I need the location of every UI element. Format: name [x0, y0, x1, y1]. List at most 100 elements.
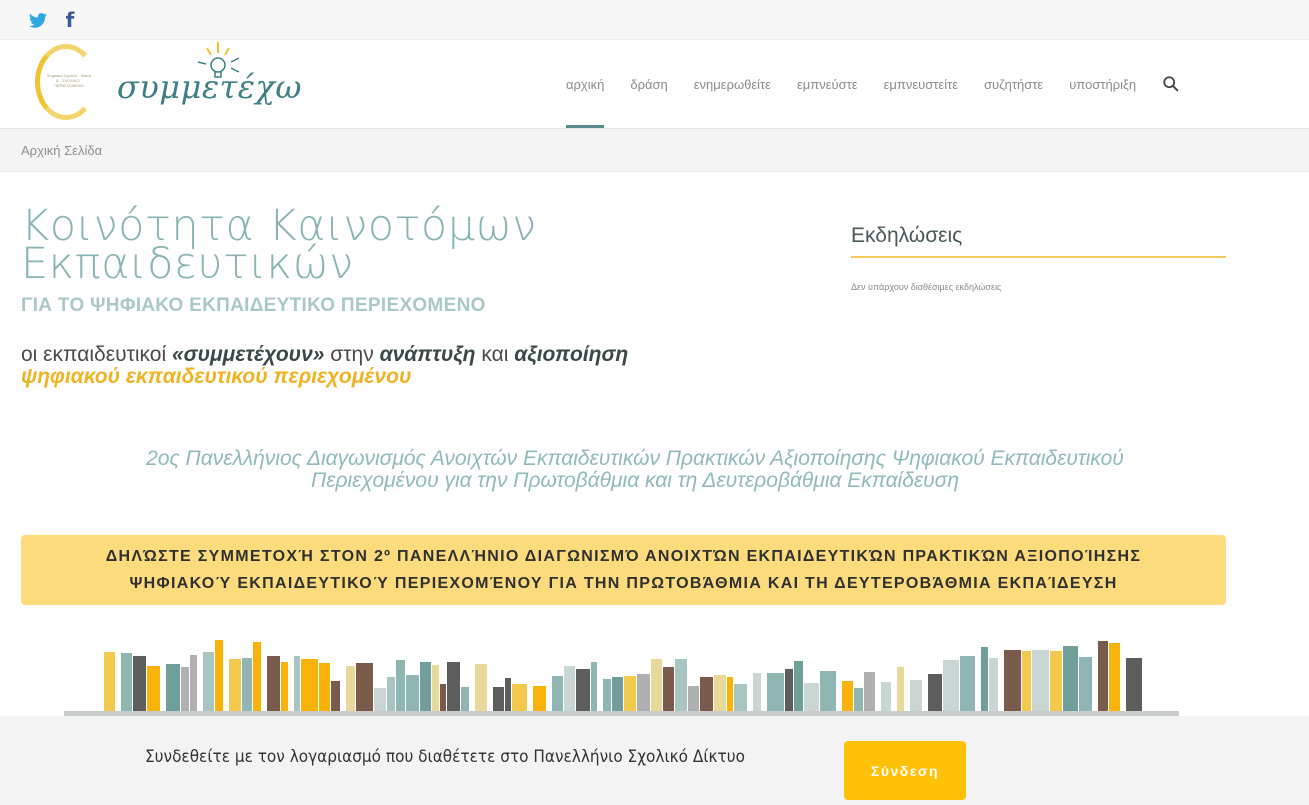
book-spine: [603, 679, 611, 713]
book-spine: [133, 656, 146, 713]
book-spine: [215, 640, 223, 713]
book-spine: [267, 656, 280, 713]
nav-item-action[interactable]: δράση: [630, 40, 667, 128]
book-spine: [1004, 650, 1021, 713]
book-spine: [533, 686, 546, 713]
book-spine: [714, 675, 726, 713]
book-spine: [319, 663, 330, 713]
book-spine: [461, 687, 469, 713]
book-spine: [637, 674, 650, 713]
tagline: οι εκπαιδευτικοί «συμμετέχουν» στην ανάπ…: [21, 344, 628, 388]
book-spine: [1126, 658, 1142, 713]
book-spine: [897, 667, 904, 713]
events-widget: Εκδηλώσεις Δεν υπάρχουν διαθέσιμες εκδηλ…: [851, 224, 1226, 292]
tagline-part3: και: [475, 343, 515, 366]
book-spine: [104, 652, 115, 713]
nav-item-news[interactable]: ενημερωθείτε: [694, 40, 771, 128]
nav-item-inspire[interactable]: εμπνεύστε: [797, 40, 858, 128]
book-spine: [564, 666, 575, 713]
book-spine: [346, 666, 355, 713]
book-spine: [734, 684, 747, 713]
book-spine: [688, 686, 699, 713]
search-icon[interactable]: [1162, 75, 1180, 93]
banner-line2: ΨΗΦΙΑΚΟΎ ΕΚΠΑΙΔΕΥΤΙΚΟΎ ΠΕΡΙΕΧΟΜΈΝΟΥ ΓΙΑ …: [129, 575, 1118, 592]
book-spine: [624, 676, 636, 713]
tagline-bold1: «συμμετέχουν»: [171, 343, 325, 366]
participation-banner[interactable]: ΔΗΛΏΣΤΕ ΣΥΜΜΕΤΟΧΉ ΣΤΟΝ 2º ΠΑΝΕΛΛΉΝΙΟ ΔΙΑ…: [21, 535, 1226, 605]
book-spine: [804, 683, 819, 713]
book-spine: [406, 675, 419, 713]
tagline-bold2: ανάπτυξη: [379, 343, 476, 366]
book-spine: [767, 673, 784, 713]
book-spine: [854, 688, 863, 713]
nav-item-get-inspired[interactable]: εμπνευστείτε: [884, 40, 958, 128]
book-spine: [420, 662, 431, 713]
tagline-part1: οι εκπαιδευτικοί: [21, 343, 172, 366]
book-spine: [387, 677, 395, 713]
books-illustration: [104, 640, 1142, 713]
book-spine: [396, 660, 405, 713]
book-spine: [1022, 651, 1031, 713]
tagline-part2: στην: [324, 343, 380, 366]
tagline-bold3: αξιοποίηση: [514, 343, 629, 366]
main-nav: αρχική δράση ενημερωθείτε εμπνεύστε εμπν…: [566, 40, 1180, 128]
page-title-line2: Εκπαιδευτικών: [21, 239, 354, 289]
book-spine: [700, 677, 713, 713]
book-spine: [981, 647, 988, 713]
book-spine: [512, 684, 527, 713]
book-spine: [881, 682, 891, 713]
book-spine: [928, 674, 942, 713]
site-logo[interactable]: Ψηφιακό Σχολείο · Φάση Α · ΣΧΟΛΙΚΟ · ΠΕΡ…: [35, 40, 301, 128]
book-spine: [552, 676, 563, 713]
nav-item-discuss[interactable]: συζητήστε: [984, 40, 1043, 128]
banner-line1: ΔΗΛΏΣΤΕ ΣΥΜΜΕΤΟΧΉ ΣΤΟΝ 2º ΠΑΝΕΛΛΉΝΙΟ ΔΙΑ…: [105, 548, 1142, 565]
book-spine: [432, 665, 439, 713]
page-subtitle: ΓΙΑ ΤΟ ΨΗΦΙΑΚΟ ΕΚΠΑΙΔΕΥΤΙΚΟ ΠΕΡΙΕΧΟΜΕΝΟ: [21, 295, 486, 316]
book-spine: [447, 662, 460, 713]
site-header: Ψηφιακό Σχολείο · Φάση Α · ΣΧΟΛΙΚΟ · ΠΕΡ…: [0, 40, 1309, 129]
book-spine: [505, 678, 511, 713]
book-spine: [675, 659, 687, 713]
book-spine: [190, 655, 197, 713]
book-spine: [591, 662, 597, 713]
book-spine: [203, 652, 214, 713]
contest-heading: 2ος Πανελλήνιος Διαγωνισμός Ανοιχτών Εκπ…: [40, 448, 1230, 492]
book-spine: [147, 666, 160, 713]
book-spine: [181, 667, 189, 713]
book-spine: [785, 669, 793, 713]
book-spine: [753, 673, 761, 713]
book-spine: [440, 684, 446, 713]
login-button[interactable]: Σύνδεση: [844, 741, 966, 800]
facebook-icon[interactable]: f: [60, 8, 80, 32]
book-spine: [281, 662, 288, 713]
book-spine: [864, 672, 875, 713]
book-spine: [727, 677, 733, 713]
book-spine: [253, 642, 261, 713]
breadcrumb-bar: Αρχική Σελίδα: [0, 129, 1309, 172]
lightbulb-icon: [197, 42, 240, 78]
book-spine: [166, 664, 180, 713]
breadcrumb-home[interactable]: Αρχική Σελίδα: [21, 143, 102, 158]
book-spine: [989, 658, 998, 713]
book-spine: [475, 664, 487, 713]
book-spine: [842, 681, 853, 713]
events-empty-text: Δεν υπάρχουν διαθέσιμες εκδηλώσεις: [851, 282, 1002, 292]
book-spine: [820, 671, 836, 713]
login-prompt: Συνδεθείτε με τον λογαριασμό που διαθέτε…: [145, 747, 745, 767]
book-spine: [794, 661, 803, 713]
book-spine: [1032, 650, 1049, 713]
book-spine: [1109, 643, 1120, 713]
book-spine: [1098, 641, 1108, 713]
book-spine: [1063, 646, 1078, 713]
book-spine: [612, 677, 623, 713]
nav-item-support[interactable]: υποστήριξη: [1069, 40, 1136, 128]
book-spine: [121, 653, 132, 713]
nav-item-home[interactable]: αρχική: [566, 40, 605, 128]
book-spine: [301, 659, 318, 713]
twitter-icon[interactable]: [28, 9, 48, 31]
book-spine: [242, 658, 252, 713]
social-bar: f: [0, 0, 1309, 40]
events-title: Εκδηλώσεις: [851, 224, 1226, 258]
book-spine: [663, 667, 674, 713]
book-spine: [493, 687, 504, 713]
